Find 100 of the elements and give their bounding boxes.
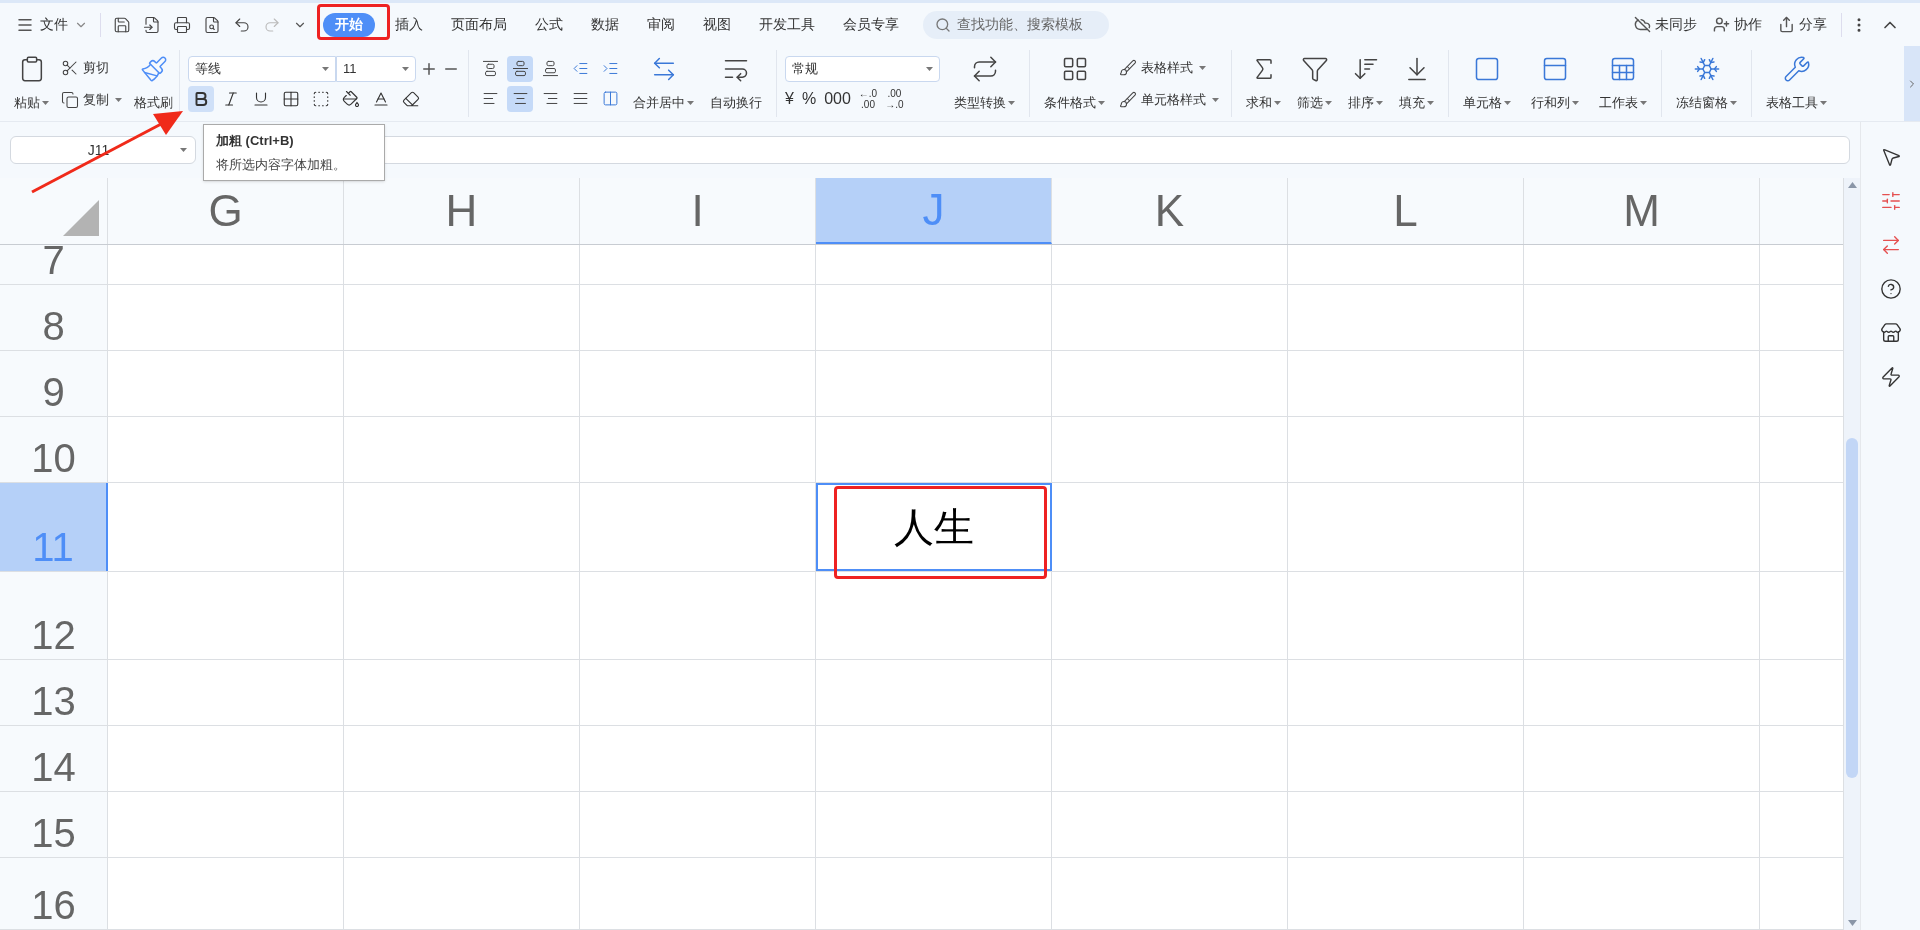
- header-action[interactable]: 协作: [1707, 14, 1768, 35]
- menu-tab[interactable]: 页面布局: [439, 12, 519, 37]
- help-icon[interactable]: [1879, 278, 1902, 300]
- ribbon-button[interactable]: 条件格式: [1038, 50, 1111, 117]
- row-header[interactable]: 15: [0, 792, 108, 857]
- row-header[interactable]: 7: [0, 245, 108, 284]
- scrollbar-thumb[interactable]: [1846, 438, 1858, 778]
- caret-icon: [1212, 97, 1219, 102]
- caret-icon: [1730, 100, 1737, 105]
- menu-tab[interactable]: 视图: [691, 12, 743, 37]
- caret-icon: [42, 100, 49, 105]
- number-button[interactable]: ¥: [785, 85, 794, 112]
- ribbon-button[interactable]: 行和列: [1525, 50, 1585, 117]
- caret-icon: [1427, 100, 1434, 105]
- border-icon: [282, 89, 300, 108]
- eraser-icon: [402, 89, 420, 108]
- align-icon: [601, 60, 619, 77]
- ribbon-icon: [1119, 58, 1137, 77]
- caret-icon: [926, 66, 933, 71]
- ribbon-button[interactable]: 表格工具: [1760, 50, 1833, 117]
- align-icon: [571, 90, 589, 107]
- row-header[interactable]: 12: [0, 572, 108, 659]
- bucket-icon: [342, 89, 360, 108]
- ribbon-button[interactable]: 工作表: [1593, 50, 1653, 117]
- tooltip-text: 将所选内容字体加粗。: [216, 155, 347, 174]
- menu-tab[interactable]: 插入: [383, 12, 435, 37]
- number-button[interactable]: %: [801, 85, 817, 112]
- column-header[interactable]: K: [1052, 178, 1288, 244]
- scroll-down-icon[interactable]: [1847, 920, 1857, 926]
- caret-icon: [1376, 100, 1383, 105]
- caret-icon: [322, 66, 329, 71]
- caret-icon: [1820, 100, 1827, 105]
- caret-icon: [402, 66, 409, 71]
- header-action[interactable]: 分享: [1772, 14, 1833, 35]
- ribbon-icon: [61, 58, 79, 77]
- align-button[interactable]: [507, 55, 533, 82]
- align-icon: [481, 60, 499, 77]
- align-button[interactable]: [507, 85, 533, 112]
- ribbon-button[interactable]: 筛选: [1291, 50, 1338, 117]
- row-header[interactable]: 8: [0, 285, 108, 350]
- add-user-icon: [1713, 16, 1730, 33]
- sliders-icon[interactable]: [1879, 190, 1902, 212]
- caret-icon: [1274, 100, 1281, 105]
- menu-tab[interactable]: 会员专享: [831, 12, 911, 37]
- format-button[interactable]: [188, 85, 214, 112]
- ribbon-button[interactable]: 粘贴: [8, 50, 55, 117]
- table-cell[interactable]: 人生: [816, 483, 1052, 571]
- ribbon-button[interactable]: 求和: [1240, 50, 1287, 117]
- caret-icon: [1325, 100, 1332, 105]
- ribbon-button[interactable]: 类型转换: [948, 50, 1021, 117]
- number-button[interactable]: ←.0 .00: [858, 85, 878, 112]
- number-button-text: ¥: [785, 93, 794, 104]
- caret-icon: [1098, 100, 1105, 105]
- menu-tab[interactable]: 公式: [523, 12, 575, 37]
- number-button-text: .00: [861, 98, 875, 110]
- store-icon[interactable]: [1879, 322, 1902, 344]
- number-button[interactable]: 000: [824, 85, 851, 112]
- column-header[interactable]: L: [1288, 178, 1524, 244]
- file-menu[interactable]: 文件: [12, 14, 92, 35]
- menu-tab[interactable]: 开发工具: [747, 12, 827, 37]
- number-button-text: %: [801, 93, 817, 104]
- underline-icon: [252, 89, 270, 108]
- number-format-field[interactable]: 常规: [785, 55, 940, 82]
- ribbon-button[interactable]: 自动换行: [704, 50, 768, 117]
- align-icon: [541, 90, 559, 107]
- redo-icon: [263, 15, 281, 34]
- ribbon-button[interactable]: 冻结窗格: [1670, 50, 1743, 117]
- ribbon-button[interactable]: 填充: [1393, 50, 1440, 117]
- font-size-field[interactable]: 11: [336, 55, 416, 82]
- ribbon-button[interactable]: 复制: [57, 85, 126, 114]
- vertical-scrollbar[interactable]: [1843, 178, 1860, 930]
- ribbon-button[interactable]: 单元格: [1457, 50, 1517, 117]
- caret-icon: [687, 100, 694, 105]
- ribbon-button[interactable]: 排序: [1342, 50, 1389, 117]
- ribbon-button[interactable]: 单元格样式: [1115, 85, 1223, 114]
- row-header[interactable]: 10: [0, 417, 108, 482]
- number-button-text: →.0: [885, 98, 904, 110]
- menu-tab[interactable]: 数据: [579, 12, 631, 37]
- menu-tab[interactable]: 审阅: [635, 12, 687, 37]
- ribbon-icon: [1782, 54, 1811, 83]
- preview-icon: [203, 15, 221, 34]
- header-action[interactable]: 未同步: [1628, 14, 1703, 35]
- row-header[interactable]: 14: [0, 726, 108, 791]
- caret-icon: [1504, 100, 1511, 105]
- number-button-text: .00: [887, 87, 902, 99]
- caret-icon: [180, 148, 187, 152]
- dashed-square-icon: [312, 89, 330, 108]
- scroll-up-icon[interactable]: [1847, 182, 1857, 188]
- row-header[interactable]: 16: [0, 858, 108, 929]
- row-header[interactable]: 9: [0, 351, 108, 416]
- ribbon-button[interactable]: 表格样式: [1115, 53, 1223, 82]
- ribbon-button[interactable]: 格式刷: [128, 50, 179, 117]
- font-family-field[interactable]: 等线: [188, 55, 336, 82]
- column-header[interactable]: M: [1524, 178, 1760, 244]
- number-button[interactable]: .00 →.0: [885, 85, 904, 112]
- ribbon-button[interactable]: 合并居中: [627, 50, 700, 117]
- ribbon-button[interactable]: 剪切: [57, 53, 126, 82]
- row-header[interactable]: 13: [0, 660, 108, 725]
- search-field[interactable]: 查找功能、搜索模板: [923, 10, 1109, 39]
- lightning-icon[interactable]: [1879, 366, 1902, 388]
